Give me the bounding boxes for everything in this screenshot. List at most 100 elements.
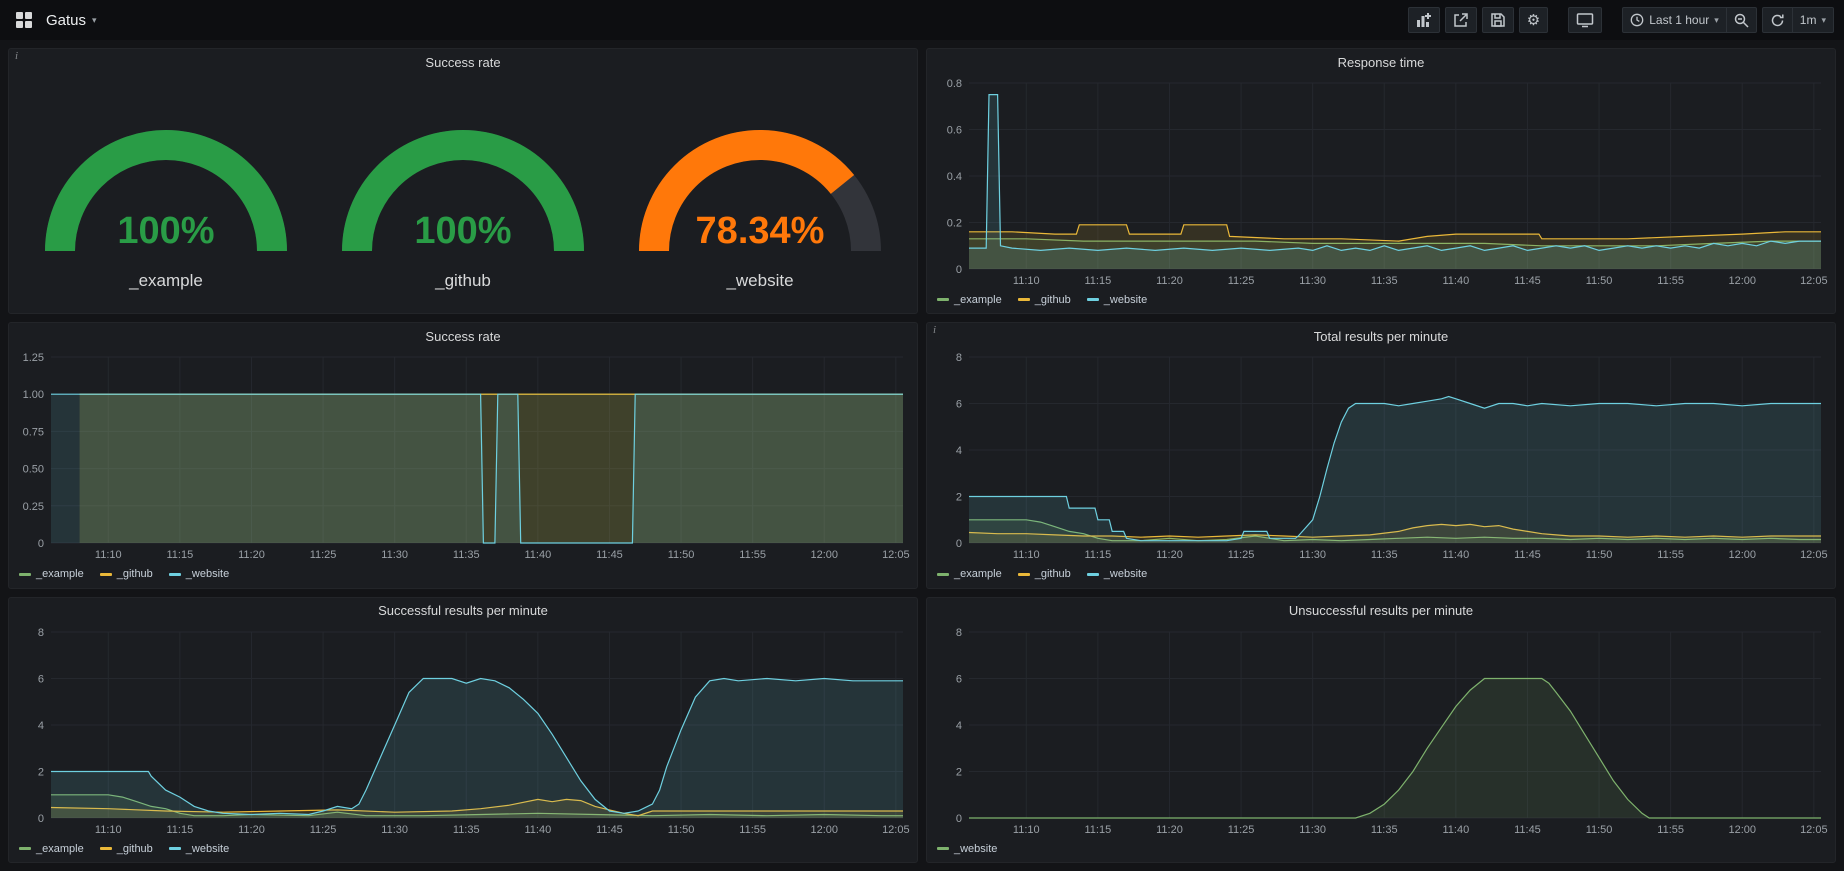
- time-range-picker[interactable]: Last 1 hour ▾: [1622, 7, 1727, 33]
- legend-item-_website[interactable]: _website: [937, 843, 997, 855]
- refresh-button[interactable]: [1762, 7, 1793, 33]
- grid-icon: [15, 11, 33, 29]
- x-tick-label: 11:25: [1228, 549, 1255, 561]
- legend-item-_website[interactable]: _website: [1087, 294, 1147, 306]
- panel-header: Successful results per minute: [9, 598, 917, 624]
- x-tick-label: 11:40: [524, 549, 551, 561]
- zoom-out-icon: [1734, 13, 1749, 28]
- legend-item-_github[interactable]: _github: [100, 568, 153, 580]
- dashboard-title[interactable]: Gatus ▾: [46, 12, 97, 29]
- share-button[interactable]: [1445, 7, 1477, 33]
- legend-mark: [19, 573, 31, 576]
- time-range-label: Last 1 hour: [1649, 13, 1709, 27]
- x-tick-label: 11:40: [524, 824, 551, 836]
- legend-item-_example[interactable]: _example: [937, 568, 1002, 580]
- chart-legend: _example _github _website: [9, 840, 917, 862]
- gauge-_example: 100%_example: [26, 97, 306, 291]
- x-tick-label: 11:30: [1299, 824, 1326, 836]
- tv-mode-button[interactable]: [1568, 7, 1602, 33]
- add-panel-icon: [1416, 12, 1432, 28]
- gauge-_github: 100%_github: [323, 97, 603, 291]
- chart-area[interactable]: 11:1011:1511:2011:2511:3011:3511:4011:45…: [927, 75, 1835, 291]
- x-tick-label: 11:50: [1586, 549, 1613, 561]
- chart-legend: _example _github _website: [9, 566, 917, 588]
- chart-area[interactable]: 11:1011:1511:2011:2511:3011:3511:4011:45…: [9, 349, 917, 565]
- panel-unsuccessful-results: i Unsuccessful results per minute 11:101…: [926, 597, 1836, 863]
- panel-info-icon[interactable]: i: [933, 324, 936, 336]
- legend-label: _example: [954, 568, 1002, 580]
- legend-item-_website[interactable]: _website: [169, 568, 229, 580]
- gauge-canvas: 78.34%: [620, 97, 900, 269]
- save-button[interactable]: [1482, 7, 1514, 33]
- x-tick-label: 11:35: [1371, 275, 1398, 287]
- x-tick-label: 11:50: [1586, 824, 1613, 836]
- x-tick-label: 12:05: [882, 549, 910, 561]
- legend-mark: [169, 847, 181, 850]
- legend-item-_github[interactable]: _github: [1018, 568, 1071, 580]
- panel-header: Total results per minute: [927, 323, 1835, 349]
- x-tick-label: 11:10: [95, 549, 122, 561]
- x-tick-label: 11:55: [1657, 275, 1684, 287]
- x-tick-label: 11:55: [739, 549, 766, 561]
- legend-label: _example: [954, 294, 1002, 306]
- x-tick-label: 11:15: [167, 824, 194, 836]
- legend-label: _github: [1035, 294, 1071, 306]
- zoom-out-button[interactable]: [1727, 7, 1757, 33]
- y-tick-label: 4: [956, 720, 962, 732]
- x-tick-label: 12:05: [1800, 824, 1828, 836]
- chart-area[interactable]: 11:1011:1511:2011:2511:3011:3511:4011:45…: [927, 624, 1835, 840]
- panel-success-rate-series: i Success rate 11:1011:1511:2011:2511:30…: [8, 322, 918, 588]
- panel-response-time: i Response time 11:1011:1511:2011:2511:3…: [926, 48, 1836, 314]
- panel-info-icon[interactable]: i: [15, 50, 18, 62]
- legend-item-_github[interactable]: _github: [100, 843, 153, 855]
- panel-title[interactable]: Unsuccessful results per minute: [1289, 603, 1473, 618]
- chart-canvas: 11:1011:1511:2011:2511:3011:3511:4011:45…: [9, 624, 917, 840]
- refresh-interval-picker[interactable]: 1m ▾: [1793, 7, 1834, 33]
- dashboards-grid-icon[interactable]: [10, 6, 38, 34]
- x-tick-label: 11:15: [1085, 275, 1112, 287]
- y-tick-label: 2: [956, 492, 962, 504]
- legend-item-_github[interactable]: _github: [1018, 294, 1071, 306]
- panel-title[interactable]: Successful results per minute: [378, 603, 548, 618]
- x-tick-label: 11:30: [1299, 549, 1326, 561]
- legend-item-_website[interactable]: _website: [1087, 568, 1147, 580]
- legend-label: _github: [1035, 568, 1071, 580]
- share-icon: [1453, 12, 1469, 28]
- legend-mark: [1087, 298, 1099, 301]
- x-tick-label: 11:25: [310, 824, 337, 836]
- legend-mark: [1018, 573, 1030, 576]
- panel-title[interactable]: Success rate: [425, 55, 500, 70]
- y-tick-label: 0: [956, 813, 962, 825]
- legend-item-_website[interactable]: _website: [169, 843, 229, 855]
- series-area-_website: [51, 395, 903, 544]
- x-tick-label: 11:15: [1085, 549, 1112, 561]
- legend-item-_example[interactable]: _example: [937, 294, 1002, 306]
- time-controls: Last 1 hour ▾: [1622, 7, 1757, 33]
- dashboard-grid: i Success rate 100%_example100%_github78…: [0, 40, 1844, 871]
- x-tick-label: 11:55: [739, 824, 766, 836]
- legend-mark: [169, 573, 181, 576]
- x-tick-label: 11:20: [1156, 275, 1183, 287]
- panel-title[interactable]: Total results per minute: [1314, 329, 1448, 344]
- x-tick-label: 11:25: [1228, 824, 1255, 836]
- gear-icon: ⚙: [1527, 13, 1540, 28]
- x-tick-label: 11:45: [1514, 824, 1541, 836]
- dashboard-settings-button[interactable]: ⚙: [1519, 7, 1548, 33]
- panel-title[interactable]: Response time: [1338, 55, 1425, 70]
- y-tick-label: 0: [38, 813, 44, 825]
- legend-item-_example[interactable]: _example: [19, 568, 84, 580]
- chart-canvas: 11:1011:1511:2011:2511:3011:3511:4011:45…: [927, 75, 1835, 291]
- legend-label: _website: [954, 843, 997, 855]
- x-tick-label: 11:35: [1371, 824, 1398, 836]
- panel-title[interactable]: Success rate: [425, 329, 500, 344]
- add-panel-button[interactable]: [1408, 7, 1440, 33]
- x-tick-label: 11:40: [1442, 275, 1469, 287]
- legend-item-_example[interactable]: _example: [19, 843, 84, 855]
- save-icon: [1490, 12, 1506, 28]
- chart-area[interactable]: 11:1011:1511:2011:2511:3011:3511:4011:45…: [9, 624, 917, 840]
- x-tick-label: 11:50: [1586, 275, 1613, 287]
- x-tick-label: 11:20: [238, 549, 265, 561]
- x-tick-label: 12:00: [810, 824, 838, 836]
- gauge-row: 100%_example100%_github78.34%_website: [9, 75, 917, 313]
- chart-area[interactable]: 11:1011:1511:2011:2511:3011:3511:4011:45…: [927, 349, 1835, 565]
